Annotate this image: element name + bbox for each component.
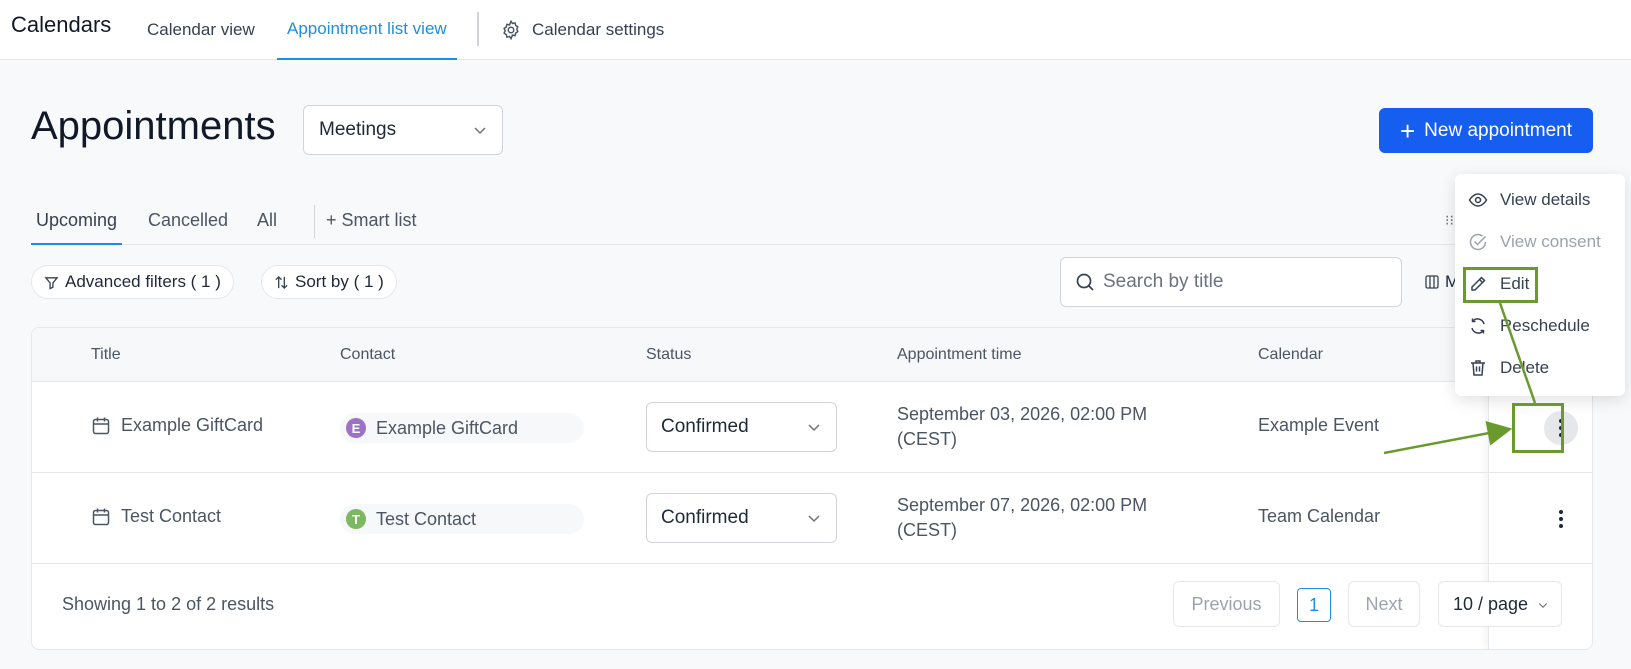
menu-label: View consent: [1500, 232, 1601, 251]
table-row[interactable]: Test Contact T Test Contact Confirmed Se…: [32, 473, 1592, 564]
previous-page-button[interactable]: Previous: [1173, 581, 1280, 627]
menu-item-reschedule[interactable]: Reschedule: [1455, 308, 1625, 344]
page-number-button[interactable]: 1: [1297, 588, 1331, 622]
calendar-icon: [92, 417, 110, 434]
columns-icon[interactable]: ⁝⁝: [1445, 212, 1454, 229]
calendar-settings-label: Calendar settings: [532, 20, 665, 39]
nav-divider: [477, 12, 479, 46]
tab-appointment-list-view[interactable]: Appointment list view: [277, 0, 457, 60]
advanced-filters-button[interactable]: Advanced filters ( 1 ): [31, 265, 234, 299]
table-header: Title Contact Status Appointment time Ca…: [32, 328, 1592, 382]
calendar-icon: [92, 508, 110, 525]
time-line-1: September 07, 2026, 02:00 PM: [897, 495, 1148, 515]
more-vertical-icon: [1559, 510, 1563, 528]
search-icon: [1076, 273, 1094, 291]
table-row[interactable]: Example GiftCard E Example GiftCard Conf…: [32, 382, 1592, 473]
contact-chip[interactable]: E Example GiftCard: [340, 413, 584, 443]
next-page-button[interactable]: Next: [1348, 581, 1420, 627]
tab-cancelled[interactable]: Cancelled: [148, 210, 228, 245]
column-calendar: Calendar: [1258, 346, 1323, 363]
menu-label: Delete: [1500, 358, 1550, 377]
app-title: Calendars: [11, 12, 112, 37]
plus-icon: +: [1399, 115, 1416, 146]
time-line-2: (CEST): [897, 520, 957, 540]
time-line-1: September 03, 2026, 02:00 PM: [897, 404, 1148, 424]
per-page-select[interactable]: 10 / page: [1438, 581, 1562, 627]
appointments-table: Title Contact Status Appointment time Ca…: [31, 327, 1593, 650]
calendar-settings-link[interactable]: Calendar settings: [500, 0, 664, 60]
calendar-name: Team Calendar: [1258, 506, 1381, 526]
avatar: T: [346, 509, 366, 529]
filter-icon: [44, 276, 59, 290]
tab-all[interactable]: All: [257, 210, 277, 245]
contact-chip[interactable]: T Test Contact: [340, 504, 584, 534]
status-select[interactable]: Confirmed: [646, 402, 837, 452]
column-appointment-time: Appointment time: [897, 346, 1022, 363]
chevron-down-icon: [1538, 603, 1548, 609]
chevron-down-icon: [474, 127, 486, 135]
title-cell[interactable]: Test Contact: [91, 506, 221, 527]
calendar-name: Example Event: [1258, 415, 1380, 435]
contact-name: Example GiftCard: [376, 417, 519, 438]
dropdown-value: Meetings: [319, 119, 397, 140]
sort-icon: [275, 275, 288, 289]
gear-icon: [503, 19, 519, 41]
appointment-time: September 03, 2026, 02:00 PM (CEST): [897, 402, 1147, 452]
avatar: E: [346, 418, 366, 438]
menu-item-delete[interactable]: Delete: [1455, 350, 1625, 386]
smart-list-button[interactable]: + Smart list: [326, 210, 417, 231]
menu-item-view-consent[interactable]: View consent: [1455, 224, 1625, 260]
columns-icon: [1425, 275, 1439, 289]
search-placeholder: Search by title: [1103, 271, 1224, 292]
menu-item-view-details[interactable]: View details: [1455, 182, 1625, 218]
chevron-down-icon: [808, 515, 820, 523]
page-title: Appointments: [31, 104, 276, 148]
chevron-down-icon: [808, 424, 820, 432]
tab-separator: [314, 205, 315, 238]
column-title: Title: [91, 346, 121, 363]
per-page-value: 10 / page: [1453, 593, 1529, 614]
column-contact: Contact: [340, 346, 396, 363]
appointment-title: Example GiftCard: [121, 415, 264, 435]
time-line-2: (CEST): [897, 429, 957, 449]
title-cell[interactable]: Example GiftCard: [91, 415, 263, 436]
tab-calendar-view[interactable]: Calendar view: [147, 0, 255, 60]
status-value: Confirmed: [661, 416, 749, 437]
menu-label: View details: [1500, 190, 1591, 209]
column-status: Status: [646, 346, 692, 363]
appointment-title: Test Contact: [121, 506, 222, 526]
eye-icon: [1468, 193, 1488, 207]
trash-icon: [1471, 360, 1485, 376]
contact-name: Test Contact: [376, 508, 477, 529]
row-actions-button[interactable]: [1544, 502, 1578, 536]
top-bar: Calendars Calendar view Appointment list…: [0, 0, 1631, 60]
status-value: Confirmed: [661, 507, 749, 528]
results-summary: Showing 1 to 2 of 2 results: [62, 594, 275, 614]
appointment-time: September 07, 2026, 02:00 PM (CEST): [897, 493, 1147, 543]
search-input[interactable]: Search by title: [1060, 257, 1402, 307]
menu-label: Reschedule: [1500, 316, 1590, 335]
tab-upcoming[interactable]: Upcoming: [31, 210, 123, 245]
calendar-type-dropdown[interactable]: Meetings: [303, 105, 503, 155]
kebab-highlight-box: [1512, 403, 1564, 453]
advanced-filters-label: Advanced filters ( 1 ): [65, 272, 221, 291]
new-appointment-label: New appointment: [1424, 119, 1573, 141]
refresh-icon: [1471, 318, 1485, 334]
status-select[interactable]: Confirmed: [646, 493, 837, 543]
new-appointment-button[interactable]: + New appointment: [1379, 108, 1593, 153]
check-circle-icon: [1469, 233, 1487, 251]
sort-by-button[interactable]: Sort by ( 1 ): [261, 265, 397, 299]
sort-by-label: Sort by ( 1 ): [295, 272, 384, 291]
edit-highlight-box: [1463, 267, 1538, 303]
